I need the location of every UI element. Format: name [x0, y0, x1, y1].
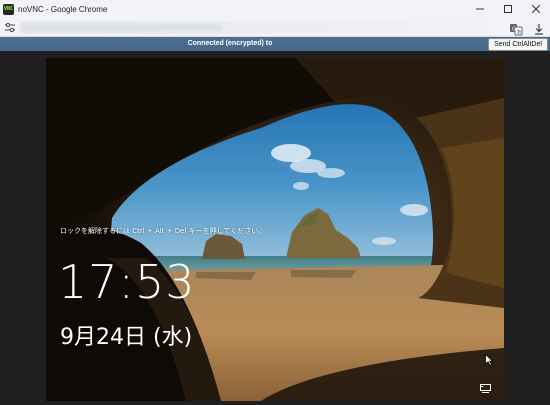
translate-icon: G あ — [510, 24, 523, 36]
address-bar: G あ — [0, 18, 550, 37]
translate-button[interactable]: G あ — [509, 21, 523, 36]
maximize-button[interactable] — [494, 0, 522, 18]
svg-text:あ: あ — [517, 30, 522, 36]
mouse-cursor-icon — [485, 354, 494, 366]
remote-desktop-canvas[interactable]: ロックを解除するには Ctrl + Alt + Del キーを押してください。 … — [46, 58, 504, 401]
window-controls — [466, 0, 550, 18]
network-status-icon[interactable] — [480, 384, 491, 393]
close-button[interactable] — [522, 0, 550, 18]
vnc-status-bar: Connected (encrypted) to — [0, 37, 550, 51]
novnc-app-icon: VNC — [3, 3, 14, 15]
url-text-redacted — [22, 24, 222, 31]
send-ctrl-alt-del-button[interactable]: Send CtrlAltDel — [488, 38, 548, 51]
lock-unlock-hint: ロックを解除するには Ctrl + Alt + Del キーを押してください。 — [60, 227, 266, 235]
site-info-icon — [4, 23, 15, 32]
maximize-icon — [504, 5, 512, 13]
window-title: noVNC - Google Chrome — [18, 4, 108, 14]
download-icon — [535, 24, 543, 35]
svg-text:G: G — [512, 27, 516, 33]
minimize-button[interactable] — [466, 0, 494, 18]
minimize-icon — [476, 8, 484, 10]
window-title-bar: VNC noVNC - Google Chrome — [0, 0, 550, 18]
download-button[interactable] — [532, 21, 546, 35]
lock-clock-date: 9月24日 (水) — [60, 325, 193, 350]
close-icon — [532, 5, 540, 13]
lock-clock-time: 17:53 — [58, 255, 196, 309]
site-info-button[interactable] — [3, 21, 16, 34]
connection-status: Connected (encrypted) to — [187, 40, 273, 47]
